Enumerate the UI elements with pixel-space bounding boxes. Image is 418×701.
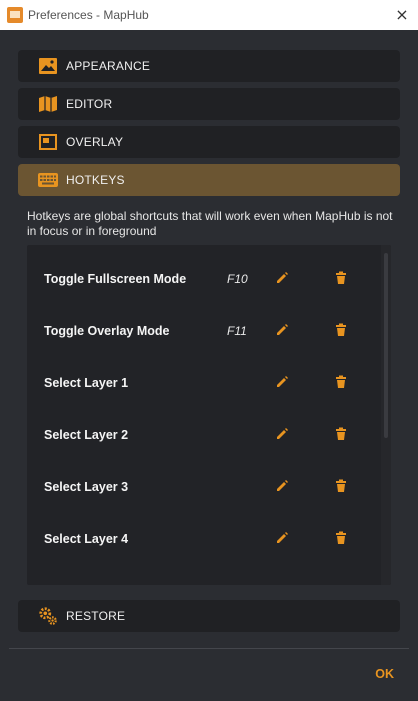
edit-pencil-icon[interactable] (275, 323, 289, 337)
section-appearance[interactable]: APPEARANCE (18, 50, 400, 82)
delete-trash-icon[interactable] (334, 323, 348, 337)
hotkey-row-overlay: Toggle Overlay Mode F11 (27, 301, 379, 353)
delete-trash-icon[interactable] (334, 271, 348, 285)
hotkey-name: Select Layer 1 (44, 376, 129, 390)
gears-icon (38, 606, 58, 626)
restore-label: RESTORE (66, 609, 126, 623)
edit-pencil-icon[interactable] (275, 531, 289, 545)
section-label: HOTKEYS (66, 173, 125, 187)
hotkey-row-layer-3: Select Layer 3 (27, 457, 379, 509)
title-bar: Preferences - MapHub × (0, 0, 418, 30)
edit-pencil-icon[interactable] (275, 427, 289, 441)
hotkey-row-layer-2: Select Layer 2 (27, 405, 379, 457)
footer-divider (9, 648, 409, 649)
section-overlay[interactable]: OVERLAY (18, 126, 400, 158)
hotkey-key: F11 (227, 324, 247, 338)
image-icon (38, 56, 58, 76)
hotkeys-description: Hotkeys are global shortcuts that will w… (27, 209, 393, 238)
hotkey-name: Select Layer 2 (44, 428, 129, 442)
map-icon (38, 94, 58, 114)
edit-pencil-icon[interactable] (275, 271, 289, 285)
restore-button[interactable]: RESTORE (18, 600, 400, 632)
edit-pencil-icon[interactable] (275, 375, 289, 389)
delete-trash-icon[interactable] (334, 479, 348, 493)
hotkeys-list: Toggle Fullscreen Mode F10 Toggle Overla… (27, 245, 391, 585)
scrollbar-thumb[interactable] (384, 253, 388, 438)
delete-trash-icon[interactable] (334, 531, 348, 545)
section-editor[interactable]: EDITOR (18, 88, 400, 120)
keyboard-icon (38, 170, 58, 190)
edit-pencil-icon[interactable] (275, 479, 289, 493)
hotkey-name: Toggle Overlay Mode (44, 324, 170, 338)
ok-button[interactable]: OK (375, 667, 394, 681)
list-scrollbar[interactable] (381, 245, 391, 585)
hotkey-row-layer-4: Select Layer 4 (27, 509, 379, 561)
section-hotkeys[interactable]: HOTKEYS (18, 164, 400, 196)
delete-trash-icon[interactable] (334, 427, 348, 441)
section-label: EDITOR (66, 97, 113, 111)
hotkey-name: Select Layer 4 (44, 532, 129, 546)
close-icon[interactable]: × (392, 5, 412, 25)
hotkey-row-layer-1: Select Layer 1 (27, 353, 379, 405)
hotkey-name: Select Layer 3 (44, 480, 129, 494)
delete-trash-icon[interactable] (334, 375, 348, 389)
hotkey-key: F10 (227, 272, 248, 286)
window-title: Preferences - MapHub (28, 8, 149, 22)
hotkey-name: Toggle Fullscreen Mode (44, 272, 187, 286)
app-icon (7, 7, 23, 23)
section-label: APPEARANCE (66, 59, 151, 73)
overlay-window-icon (38, 132, 58, 152)
hotkey-row-fullscreen: Toggle Fullscreen Mode F10 (27, 249, 379, 301)
section-label: OVERLAY (66, 135, 124, 149)
